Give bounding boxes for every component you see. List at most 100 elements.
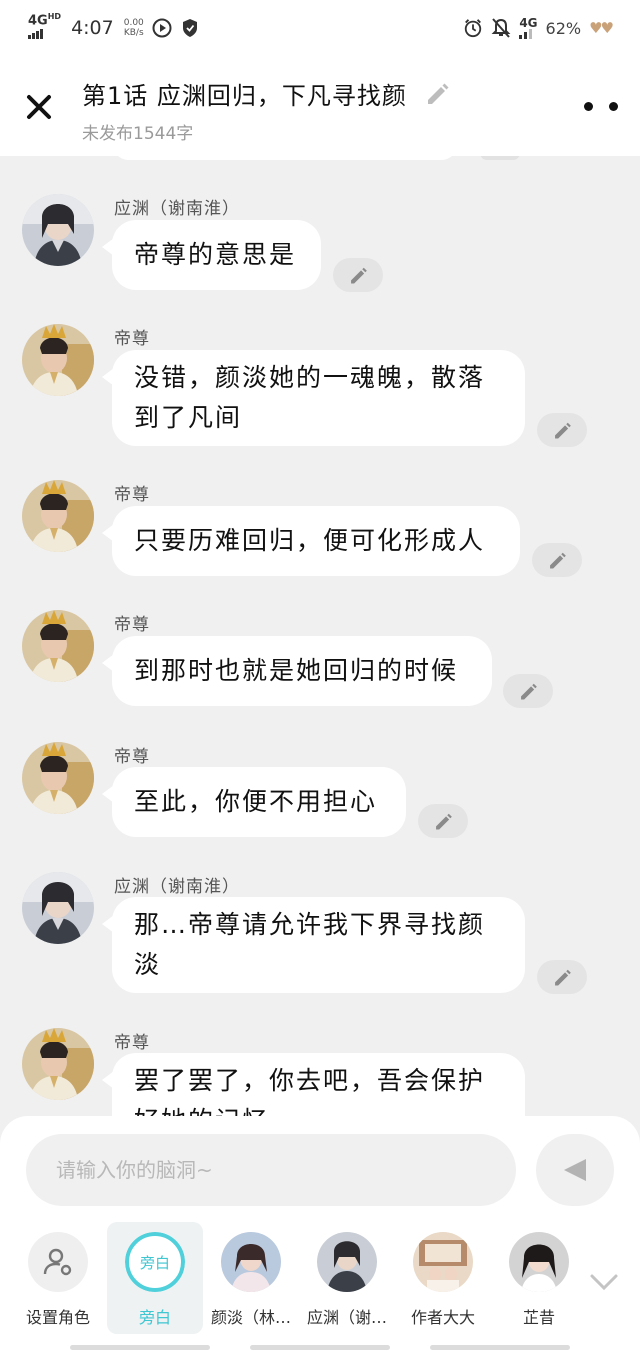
message-bubble[interactable]: 罢了罢了，你去吧，吾会保护好她的记忆 bbox=[102, 1053, 525, 1116]
role-label: 旁白 bbox=[138, 1308, 171, 1327]
role-avatar bbox=[28, 1232, 88, 1292]
speaker-name: 帝尊 bbox=[114, 485, 150, 505]
chapter-title-block: 第1话 应渊回归，下凡寻找颜 未发布1544字 bbox=[82, 76, 482, 144]
story-input[interactable] bbox=[26, 1134, 516, 1206]
avatar-dizun[interactable] bbox=[22, 480, 94, 552]
signal-icon bbox=[28, 29, 43, 40]
edit-message-button[interactable] bbox=[537, 960, 587, 994]
role-avatar bbox=[413, 1232, 473, 1292]
avatar-dizun[interactable] bbox=[22, 742, 94, 814]
shield-icon bbox=[180, 18, 200, 38]
role-selector: 设置角色 旁白 旁白 颜淡（林… 应渊（谢… 作者大大 芷昔 bbox=[0, 1222, 640, 1342]
role-author[interactable]: 作者大大 bbox=[395, 1222, 491, 1334]
role-label: 应渊（谢… bbox=[306, 1308, 387, 1327]
avatar-dizun[interactable] bbox=[22, 1028, 94, 1100]
speaker-name: 帝尊 bbox=[114, 747, 150, 767]
role-yingyuan[interactable]: 应渊（谢… bbox=[299, 1222, 395, 1334]
narrator-badge: 旁白 bbox=[125, 1232, 185, 1292]
chapter-title[interactable]: 第1话 应渊回归，下凡寻找颜 bbox=[82, 76, 482, 111]
clock: 4:07 bbox=[71, 16, 114, 39]
pencil-icon bbox=[351, 267, 367, 284]
mute-bell-icon bbox=[491, 18, 511, 38]
message-bubble[interactable]: 没错，颜淡她的一魂魄，散落到了凡间 bbox=[102, 350, 525, 446]
role-narrator[interactable]: 旁白 旁白 bbox=[107, 1222, 203, 1334]
send-button[interactable] bbox=[536, 1134, 614, 1206]
avatar-dizun[interactable] bbox=[22, 324, 94, 396]
mobile-data-indicator: 4G bbox=[519, 16, 538, 39]
chevron-down-icon bbox=[590, 1274, 618, 1291]
message-bubble[interactable]: 至此，你便不用担心 bbox=[102, 767, 406, 837]
speaker-name: 帝尊 bbox=[114, 329, 150, 349]
editor-header: 第1话 应渊回归，下凡寻找颜 未发布1544字 bbox=[0, 56, 640, 156]
role-zhixi[interactable]: 芷昔 bbox=[491, 1222, 587, 1334]
network-indicator: 4GHD bbox=[28, 11, 62, 40]
avatar-yingyuan[interactable] bbox=[22, 872, 94, 944]
user-settings-icon bbox=[43, 1248, 72, 1276]
indicator-bar bbox=[70, 1345, 210, 1350]
indicator-bar bbox=[250, 1345, 390, 1350]
edit-title-button[interactable] bbox=[424, 80, 450, 106]
message-text: 到那时也就是她回归的时候 bbox=[134, 656, 459, 685]
message-bubble[interactable]: 那…帝尊请允许我下界寻找颜淡 bbox=[102, 897, 525, 993]
edit-message-button[interactable] bbox=[333, 258, 383, 292]
role-label: 作者大大 bbox=[410, 1308, 475, 1327]
avatar-yingyuan[interactable] bbox=[22, 194, 94, 266]
avatar-dizun[interactable] bbox=[22, 610, 94, 682]
edit-message-button[interactable] bbox=[503, 674, 553, 708]
speaker-name: 应渊（谢南淮） bbox=[114, 199, 240, 219]
heart-battery-icon: ♥♥ bbox=[589, 19, 614, 37]
alarm-icon bbox=[463, 18, 483, 38]
edit-message-button[interactable] bbox=[537, 413, 587, 447]
role-avatar bbox=[317, 1232, 377, 1292]
message-text: 那…帝尊请允许我下界寻找颜淡 bbox=[134, 910, 486, 979]
role-yandan[interactable]: 颜淡（林… bbox=[203, 1222, 299, 1334]
pencil-icon bbox=[555, 422, 571, 439]
pencil-icon bbox=[436, 813, 452, 830]
pencil-icon bbox=[521, 683, 537, 700]
net-speed-value: 0.00 bbox=[123, 17, 144, 28]
speaker-name: 应渊（谢南淮） bbox=[114, 877, 240, 897]
more-options-button[interactable] bbox=[584, 94, 618, 118]
previous-edit-button[interactable] bbox=[480, 156, 520, 160]
speaker-name: 帝尊 bbox=[114, 615, 150, 635]
message-text: 帝尊的意思是 bbox=[134, 240, 297, 269]
battery-level: 62% bbox=[545, 18, 582, 38]
mobile-net-label: 4G bbox=[519, 16, 538, 30]
net-speed-unit: KB/s bbox=[123, 27, 144, 38]
expand-roles-button[interactable] bbox=[586, 1270, 622, 1294]
close-icon bbox=[27, 95, 51, 119]
message-bubble[interactable]: 到那时也就是她回归的时候 bbox=[102, 636, 492, 706]
role-avatar: 旁白 bbox=[125, 1232, 185, 1292]
edit-message-button[interactable] bbox=[532, 543, 582, 577]
role-avatar bbox=[509, 1232, 569, 1292]
message-text: 没错，颜淡她的一魂魄，散落到了凡间 bbox=[134, 363, 486, 432]
indicator-bar bbox=[430, 1345, 570, 1350]
message-text: 罢了罢了，你去吧，吾会保护好她的记忆 bbox=[134, 1066, 486, 1116]
pencil-icon bbox=[555, 969, 571, 986]
status-bar: 4GHD 4:07 0.00 KB/s 4G 62% ♥♥ bbox=[0, 0, 640, 56]
pencil-icon bbox=[428, 83, 449, 104]
speaker-name: 帝尊 bbox=[114, 1033, 150, 1053]
pencil-icon bbox=[550, 552, 566, 569]
previous-message-bubble bbox=[112, 156, 458, 160]
message-bubble[interactable]: 只要历难回归，便可化形成人 bbox=[102, 506, 520, 576]
role-set-characters[interactable]: 设置角色 bbox=[10, 1222, 106, 1334]
more-dot-icon bbox=[584, 101, 593, 111]
close-button[interactable] bbox=[22, 90, 56, 124]
network-sup: HD bbox=[47, 11, 62, 21]
more-dot-icon bbox=[609, 101, 618, 111]
bottom-indicator bbox=[0, 1345, 640, 1351]
chapter-word-count: 未发布1544字 bbox=[82, 124, 194, 144]
message-bubble[interactable]: 帝尊的意思是 bbox=[102, 220, 321, 290]
edit-message-button[interactable] bbox=[418, 804, 468, 838]
role-label: 颜淡（林… bbox=[210, 1308, 291, 1327]
composer-panel: 设置角色 旁白 旁白 颜淡（林… bbox=[0, 1116, 640, 1351]
role-label: 设置角色 bbox=[25, 1308, 90, 1327]
role-label: 芷昔 bbox=[522, 1308, 555, 1327]
chat-scroll-area[interactable]: 应渊（谢南淮） 帝尊的意思是 帝尊 没错，颜淡她的一魂魄，散落到了凡间 帝尊 只… bbox=[0, 156, 640, 1116]
send-icon bbox=[564, 1159, 586, 1181]
network-label: 4G bbox=[28, 13, 48, 29]
mobile-signal-icon bbox=[519, 29, 533, 39]
message-text: 至此，你便不用担心 bbox=[134, 787, 378, 816]
video-app-icon bbox=[152, 18, 172, 38]
